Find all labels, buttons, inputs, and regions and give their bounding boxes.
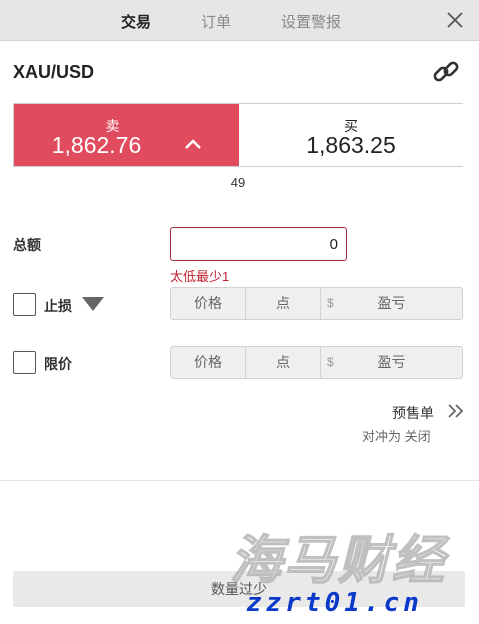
divider: [0, 480, 479, 481]
amount-label: 总额: [13, 237, 41, 253]
tab-orders[interactable]: 订单: [201, 11, 231, 32]
hedge-status: 对冲为 关闭: [362, 429, 431, 444]
limit-pnl-label: 盈亏: [377, 354, 406, 370]
link-icon[interactable]: [431, 58, 461, 86]
tab-trade[interactable]: 交易: [121, 11, 151, 32]
watermark-logo: 海马财经: [229, 530, 447, 592]
stop-loss-price-field[interactable]: 价格: [171, 288, 246, 319]
limit-label: 限价: [44, 356, 72, 372]
instrument-symbol: XAU/USD: [13, 62, 95, 82]
tab-set-alert[interactable]: 设置警报: [281, 11, 341, 32]
limit-points-field[interactable]: 点: [246, 347, 321, 378]
stop-loss-fields: 价格 点 $ 盈亏: [170, 287, 463, 320]
watermark-url: zzrt01.cn: [246, 588, 423, 618]
limit-pnl-field[interactable]: $ 盈亏: [321, 347, 462, 378]
stop-loss-pnl-label: 盈亏: [377, 295, 406, 311]
quote-panel: 卖 1,862.76 买 1,863.25: [13, 103, 463, 167]
chevron-up-icon: [185, 139, 201, 149]
stop-loss-points-field[interactable]: 点: [246, 288, 321, 319]
sell-price: 1,862.76: [51, 132, 142, 158]
amount-input[interactable]: [170, 227, 347, 261]
buy-price: 1,863.25: [306, 132, 396, 158]
spread-value: 49: [230, 175, 246, 190]
limit-fields: 价格 点 $ 盈亏: [170, 346, 463, 379]
double-chevron-right-icon[interactable]: [446, 403, 466, 419]
buy-button[interactable]: 买 1,863.25: [239, 104, 463, 166]
currency-symbol: $: [327, 296, 334, 310]
limit-checkbox[interactable]: [13, 351, 36, 374]
currency-symbol: $: [327, 355, 334, 369]
close-icon[interactable]: [445, 10, 465, 30]
amount-error: 太低最少1: [170, 269, 230, 284]
preorder-link[interactable]: 预售单: [392, 403, 434, 423]
stop-loss-checkbox[interactable]: [13, 293, 36, 316]
triangle-down-icon[interactable]: [82, 296, 104, 312]
stop-loss-pnl-field[interactable]: $ 盈亏: [321, 288, 462, 319]
dialog-header: 交易 订单 设置警报: [0, 0, 479, 41]
sell-button[interactable]: 卖 1,862.76: [14, 104, 239, 166]
limit-price-field[interactable]: 价格: [171, 347, 246, 378]
stop-loss-label: 止损: [44, 298, 72, 314]
